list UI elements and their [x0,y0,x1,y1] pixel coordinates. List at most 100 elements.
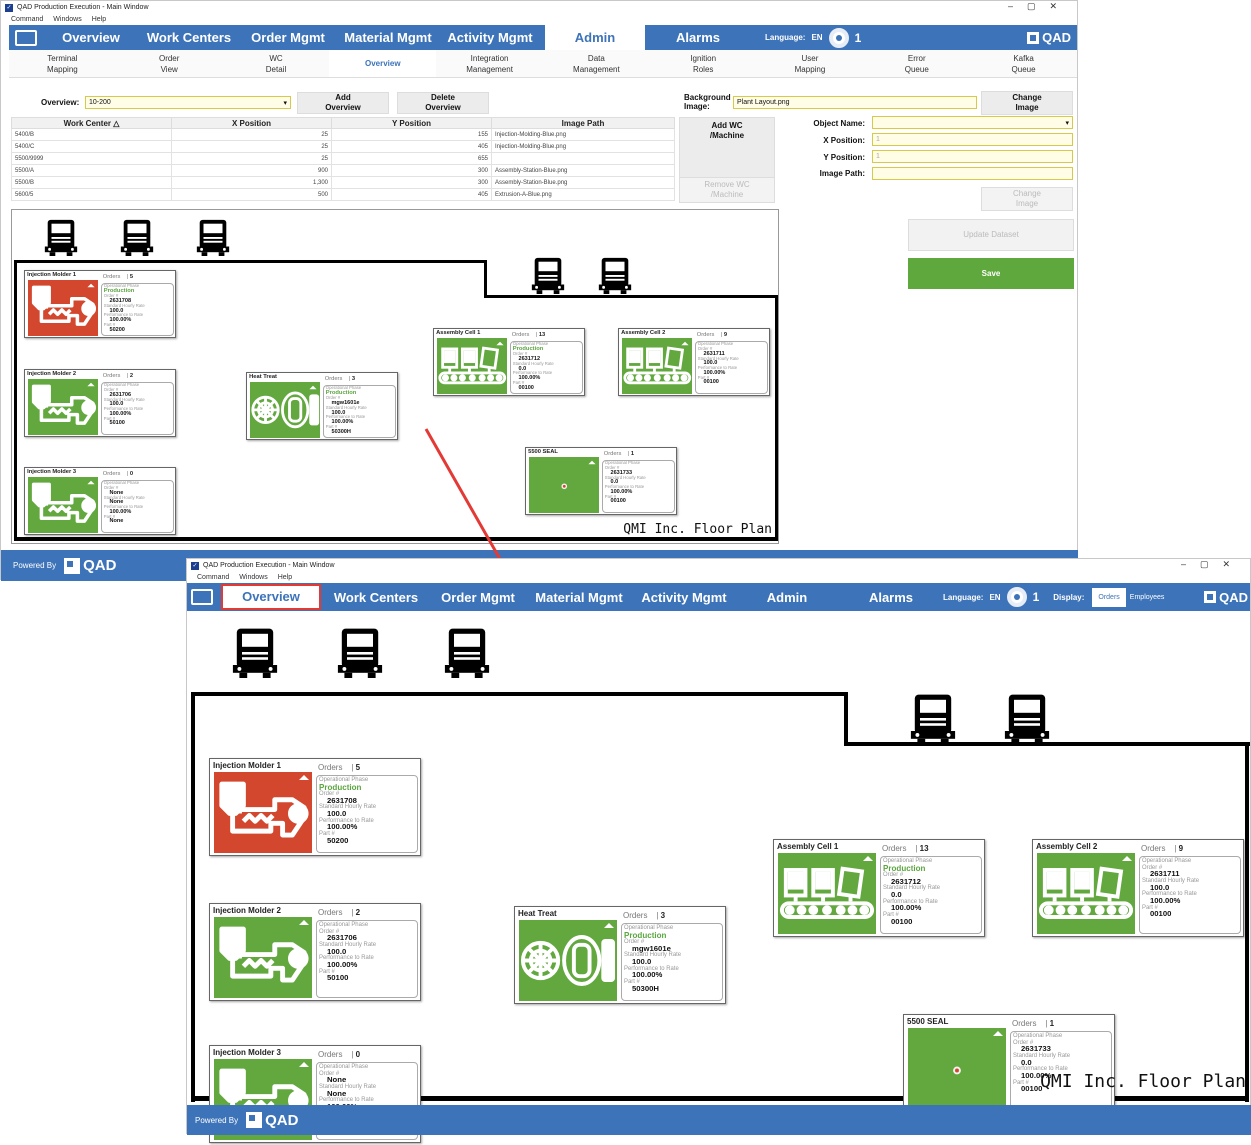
menu-windows-2[interactable]: Windows [239,574,267,581]
nav-overview-2[interactable]: Overview [221,584,321,610]
menu-command-2[interactable]: Command [197,574,229,581]
cell-work-center: 5400/B [11,128,172,141]
delete-overview-button[interactable]: Delete Overview [397,92,489,114]
subnav-user-mapping[interactable]: User Mapping [757,50,864,77]
work-center-card[interactable]: Assembly Cell 2 Orders | 9 Operational P… [618,328,770,396]
menu-help[interactable]: Help [92,16,106,23]
nav-admin-2[interactable]: Admin [735,590,839,605]
cell-y-position: 300 [331,164,492,177]
window-controls[interactable]: –▢✕ [1008,1,1071,12]
orders-count: Orders | 0 [102,470,134,477]
menu-help-2[interactable]: Help [278,574,292,581]
col-image-path[interactable]: Image Path [491,117,675,129]
terminal-icon[interactable] [15,29,37,46]
status-arrow-icon [309,385,317,389]
nav-alarms[interactable]: Alarms [645,30,751,45]
col-work-center[interactable]: Work Center △ [11,117,172,129]
nav-order-mgmt-2[interactable]: Order Mgmt [431,590,525,605]
work-center-card[interactable]: 5500 SEAL Orders | 1 Operational Phase O… [903,1014,1115,1112]
work-center-card[interactable]: Injection Molder 3 Orders | 0 Operationa… [24,467,176,535]
nav-alarms-2[interactable]: Alarms [839,590,943,605]
work-center-card[interactable]: Injection Molder 1 Orders | 5 Operationa… [24,270,176,338]
image-path-input[interactable] [872,167,1073,180]
nav-order-mgmt[interactable]: Order Mgmt [243,30,333,45]
update-dataset-button[interactable]: Update Dataset [908,219,1074,251]
truck-icon [529,256,567,294]
terminal-icon-2[interactable] [191,589,213,605]
nav-work-centers-2[interactable]: Work Centers [321,590,431,605]
nav-work-centers[interactable]: Work Centers [135,30,243,45]
nav-admin[interactable]: Admin [545,25,645,50]
table-row[interactable]: 5400/C 25 405 Injection-Molding-Blue.png [11,140,675,153]
change-image-button-2[interactable]: Change Image [981,187,1073,211]
subnav-terminal-mapping[interactable]: Terminal Mapping [9,50,116,77]
work-center-card[interactable]: Assembly Cell 1 Orders | 13 Operational … [433,328,585,396]
floor-plan: Injection Molder 1 Orders | 5 Operationa… [189,614,1250,1143]
object-name-select[interactable]: ▾ [872,116,1073,129]
work-center-name: Heat Treat [518,909,557,918]
subnav-wc-detail[interactable]: WC Detail [223,50,330,77]
menu-command[interactable]: Command [11,16,43,23]
alarm-disc-icon[interactable] [828,27,849,48]
status-arrow-icon [299,1062,309,1067]
work-center-card[interactable]: Heat Treat Orders | 3 Operational Phase P… [514,906,726,1004]
col-x-position[interactable]: X Position [171,117,332,129]
language-selector[interactable]: Language: EN 1 [765,27,861,48]
order-info-panel: Operational Phase Order # None Standard H… [101,479,175,534]
add-overview-button[interactable]: Add Overview [297,92,389,114]
assembly-machine-icon [436,338,508,395]
menu-windows[interactable]: Windows [53,16,81,23]
subnav-overview[interactable]: Overview [329,50,437,77]
title-bar: ✓ QAD Production Execution - Main Window… [1,1,1077,14]
work-center-name: Injection Molder 1 [213,761,282,770]
x-position-input[interactable]: 1 [872,133,1073,146]
molder-machine-icon [27,280,99,337]
qad-logo: QAD [1027,30,1071,45]
overview-select[interactable]: 10-200 ▾ [85,96,291,109]
nav-activity-mgmt-2[interactable]: Activity Mgmt [633,590,735,605]
nav-material-mgmt-2[interactable]: Material Mgmt [525,590,633,605]
work-center-card[interactable]: Heat Treat Orders | 3 Operational Phase P… [246,372,398,440]
nav-overview[interactable]: Overview [47,30,135,45]
cell-image-path: Extrusion-A-Blue.png [491,188,675,201]
table-row[interactable]: 5400/B 25 155 Injection-Molding-Blue.png [11,128,675,141]
subnav-kafka-queue[interactable]: Kafka Queue [970,50,1077,77]
cell-work-center: 5400/C [11,140,172,153]
background-image-label: Background Image: [684,93,731,111]
subnav-order-view[interactable]: Order View [116,50,223,77]
cell-work-center: 5500/B [11,176,172,189]
floor-plan-preview: Injection Molder 1 Orders | 5 Operationa… [11,209,779,544]
change-image-button[interactable]: Change Image [981,91,1073,115]
work-center-card[interactable]: Assembly Cell 2 Orders | 9 Operational P… [1032,839,1244,937]
window-controls-2[interactable]: –▢✕ [1181,559,1244,570]
subnav-data-management[interactable]: Data Management [543,50,650,77]
save-button[interactable]: Save [908,258,1074,289]
orders-count: Orders | 13 [511,331,546,338]
work-center-card[interactable]: Injection Molder 2 Orders | 2 Operationa… [24,369,176,437]
nav-material-mgmt[interactable]: Material Mgmt [333,30,443,45]
nav-activity-mgmt[interactable]: Activity Mgmt [443,30,537,45]
background-image-field[interactable]: Plant Layout.png [733,96,977,109]
display-employees-toggle[interactable]: Employees [1126,588,1169,607]
display-orders-toggle[interactable]: Orders [1092,587,1126,607]
alarm-disc-icon-2[interactable] [1006,587,1027,607]
cell-image-path: Assembly-Station-Blue.png [491,164,675,177]
y-position-input[interactable]: 1 [872,150,1073,163]
remove-wc-machine-button[interactable]: Remove WC /Machine [679,177,775,203]
table-row[interactable]: 5500/A 900 300 Assembly-Station-Blue.png [11,164,675,177]
cell-x-position: 25 [171,152,332,165]
table-row[interactable]: 5500/9999 25 655 [11,152,675,165]
work-center-card[interactable]: Injection Molder 1 Orders | 5 Operationa… [209,758,421,856]
subnav-error-queue[interactable]: Error Queue [863,50,970,77]
language-selector-2[interactable]: Language: EN 1 [943,587,1039,607]
subnav-integration-management[interactable]: Integration Management [436,50,543,77]
work-center-card[interactable]: Injection Molder 2 Orders | 2 Operationa… [209,903,421,1001]
work-center-card[interactable]: Assembly Cell 1 Orders | 13 Operational … [773,839,985,937]
truck-icon [118,218,156,256]
subnav-ignition-roles[interactable]: Ignition Roles [650,50,757,77]
table-row[interactable]: 5600/5 500 405 Extrusion-A-Blue.png [11,188,675,201]
table-row[interactable]: 5500/B 1,300 300 Assembly-Station-Blue.png [11,176,675,189]
col-y-position[interactable]: Y Position [331,117,492,129]
work-center-name: Assembly Cell 2 [621,330,666,337]
cell-x-position: 900 [171,164,332,177]
